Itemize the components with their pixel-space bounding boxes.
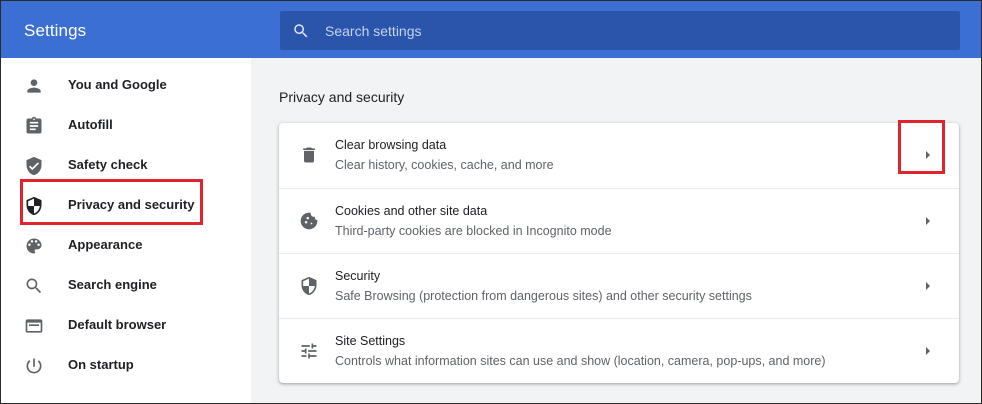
- row-title: Cookies and other site data: [335, 204, 488, 218]
- search-box[interactable]: [280, 11, 960, 50]
- shield-check-icon: [26, 156, 42, 176]
- privacy-card: Clear browsing data Clear history, cooki…: [279, 123, 959, 383]
- sidebar-item-on-startup[interactable]: On startup: [1, 345, 251, 385]
- sidebar-item-label: Privacy and security: [68, 197, 195, 212]
- sidebar-item-label: You and Google: [68, 77, 167, 92]
- arrow-right-icon[interactable]: [924, 345, 932, 357]
- row-subtitle: Clear history, cookies, cache, and more: [335, 158, 554, 172]
- sidebar: You and Google Autofill Safety check Pri…: [1, 58, 251, 403]
- palette-icon: [26, 238, 42, 254]
- sidebar-item-search-engine[interactable]: Search engine: [1, 265, 251, 305]
- person-icon: [27, 79, 41, 93]
- power-icon: [26, 358, 42, 374]
- arrow-right-icon[interactable]: [924, 280, 932, 292]
- sidebar-item-label: Autofill: [68, 117, 113, 132]
- sidebar-item-default-browser[interactable]: Default browser: [1, 305, 251, 345]
- row-title: Site Settings: [335, 334, 406, 348]
- sidebar-item-autofill[interactable]: Autofill: [1, 105, 251, 145]
- clipboard-icon: [26, 116, 42, 134]
- row-subtitle: Safe Browsing (protection from dangerous…: [335, 289, 752, 303]
- sidebar-item-label: Appearance: [68, 237, 143, 252]
- sidebar-item-privacy-and-security[interactable]: Privacy and security: [1, 185, 251, 225]
- row-clear-browsing-data[interactable]: Clear browsing data Clear history, cooki…: [279, 123, 959, 188]
- cookie-icon: [300, 212, 318, 230]
- sliders-icon: [301, 343, 317, 359]
- shield-half-icon: [26, 196, 42, 216]
- main-content: Privacy and security Clear browsing data…: [251, 58, 981, 403]
- sidebar-item-label: Safety check: [68, 157, 148, 172]
- row-title: Clear browsing data: [335, 138, 447, 152]
- search-input[interactable]: [325, 11, 945, 50]
- section-title: Privacy and security: [279, 89, 405, 105]
- page-title: Settings: [24, 21, 87, 40]
- sidebar-item-safety-check[interactable]: Safety check: [1, 145, 251, 185]
- sidebar-item-label: On startup: [68, 357, 134, 372]
- sidebar-item-appearance[interactable]: Appearance: [1, 225, 251, 265]
- shield-half-icon: [301, 276, 317, 296]
- row-subtitle: Third-party cookies are blocked in Incog…: [335, 224, 612, 238]
- sidebar-item-label: Default browser: [68, 317, 167, 332]
- row-title: Security: [335, 269, 381, 283]
- browser-window-icon: [25, 319, 43, 333]
- row-cookies[interactable]: Cookies and other site data Third-party …: [279, 188, 959, 253]
- row-subtitle: Controls what information sites can use …: [335, 354, 826, 368]
- trash-icon: [303, 147, 315, 163]
- settings-header: Settings: [1, 1, 981, 58]
- search-icon: [26, 278, 42, 294]
- row-security[interactable]: Security Safe Browsing (protection from …: [279, 253, 959, 318]
- sidebar-item-label: Search engine: [68, 277, 157, 292]
- arrow-right-icon[interactable]: [924, 215, 932, 227]
- row-site-settings[interactable]: Site Settings Controls what information …: [279, 318, 959, 383]
- search-icon: [294, 24, 308, 38]
- arrow-right-icon[interactable]: [924, 149, 932, 161]
- sidebar-item-you-and-google[interactable]: You and Google: [1, 65, 251, 105]
